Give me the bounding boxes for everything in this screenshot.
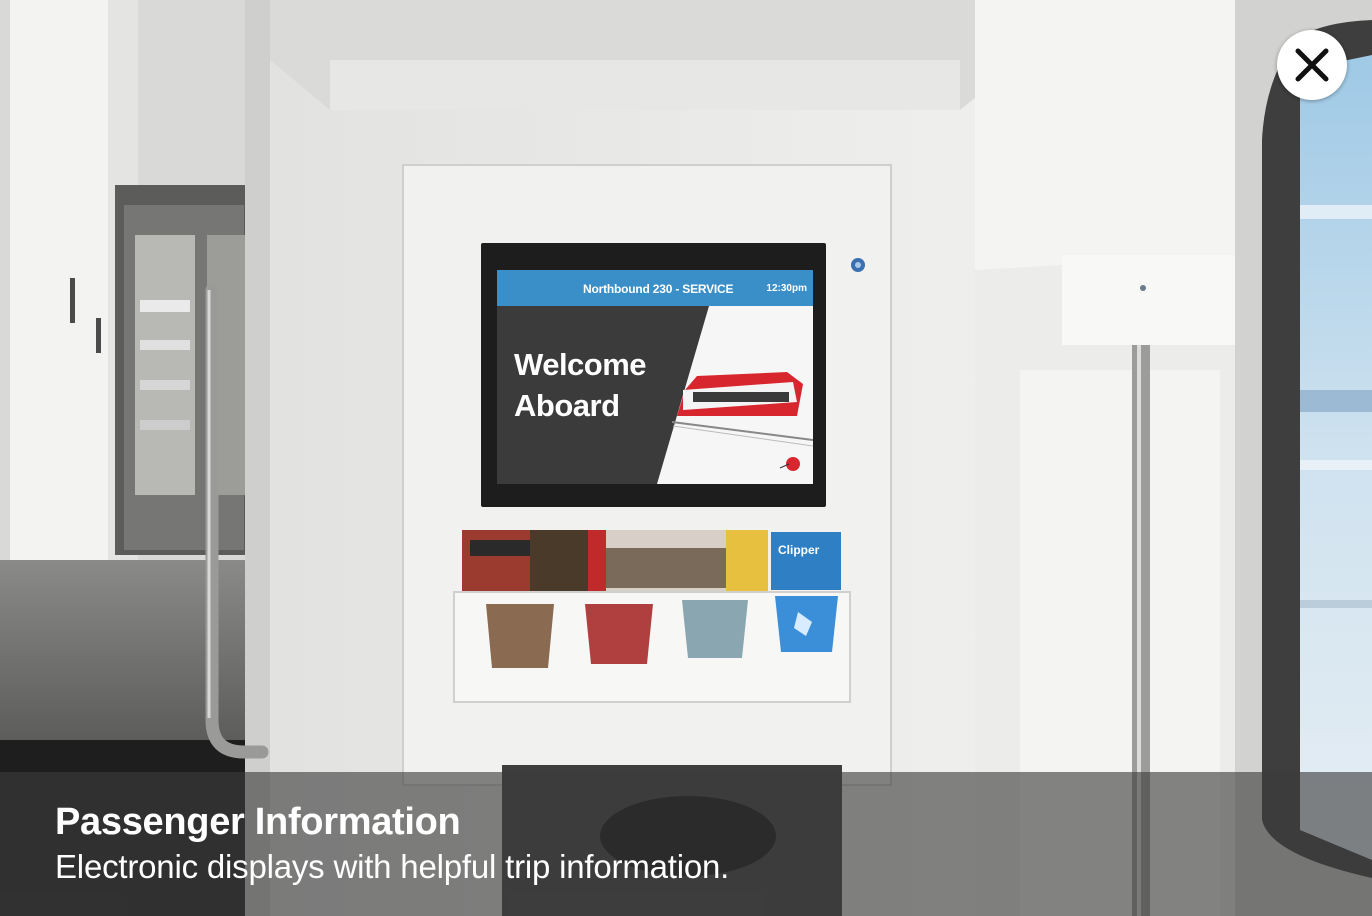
- welcome-line-2: Aboard: [514, 388, 620, 423]
- caption-title: Passenger Information: [55, 801, 461, 843]
- clipper-brochure: Clipper: [778, 543, 819, 557]
- display-time: 12:30pm: [766, 283, 807, 294]
- close-icon: [1295, 48, 1329, 82]
- caption-overlay: [0, 772, 1372, 916]
- welcome-message: Welcome Aboard: [514, 344, 674, 426]
- close-button[interactable]: [1277, 30, 1347, 100]
- welcome-line-1: Welcome: [514, 347, 647, 382]
- caption-description: Electronic displays with helpful trip in…: [55, 848, 730, 885]
- info-display-screen: Northbound 230 - SERVICE 12:30pm Welcome…: [497, 270, 813, 484]
- lightbox: Northbound 230 - SERVICE 12:30pm Welcome…: [0, 0, 1372, 916]
- display-header-bar: Northbound 230 - SERVICE 12:30pm: [497, 270, 813, 306]
- display-route: Northbound 230 - SERVICE: [583, 282, 734, 296]
- clipper-brochure-label: Clipper: [778, 543, 820, 557]
